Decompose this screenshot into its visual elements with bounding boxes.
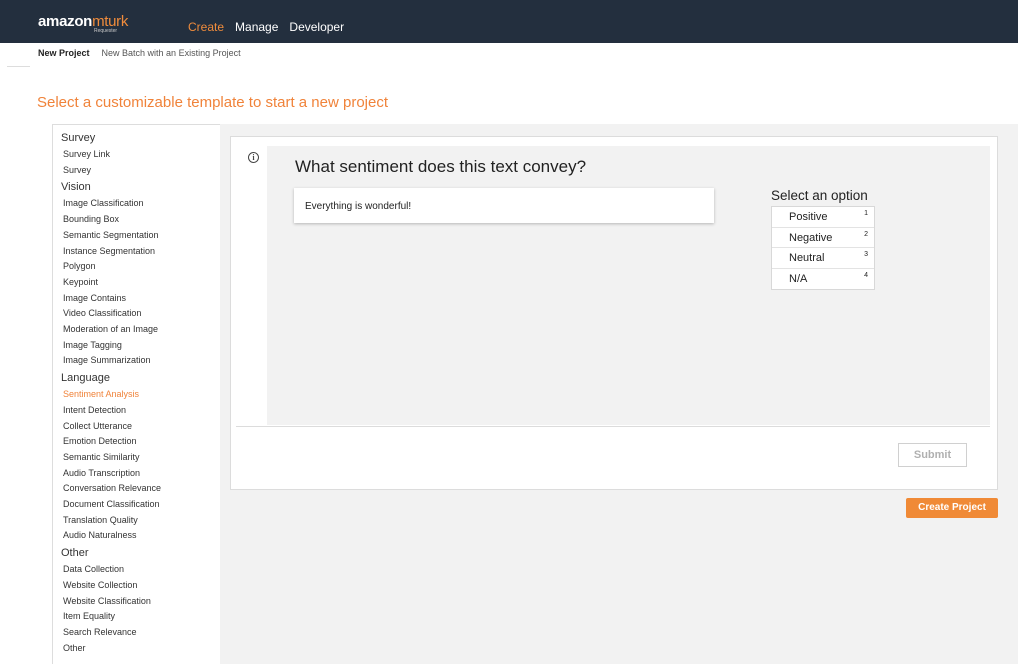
option-shortcut-key: 1: [864, 210, 868, 217]
template-item[interactable]: Image Tagging: [61, 338, 220, 354]
sub-nav: New Project New Batch with an Existing P…: [38, 48, 241, 58]
template-item[interactable]: Bounding Box: [61, 212, 220, 228]
option-neutral[interactable]: Neutral 3: [772, 248, 874, 269]
top-nav-bar: amazonmturk Requester Create Manage Deve…: [0, 0, 1018, 43]
top-nav-menu: Create Manage Developer: [188, 20, 344, 34]
option-positive[interactable]: Positive 1: [772, 207, 874, 228]
option-label: Positive: [789, 211, 828, 223]
template-item[interactable]: Search Relevance: [61, 625, 220, 641]
option-shortcut-key: 2: [864, 230, 868, 238]
template-group-vision: Vision: [61, 181, 91, 194]
template-list: Survey Survey Link Survey Vision Image C…: [52, 124, 220, 664]
template-item-selected[interactable]: Sentiment Analysis: [61, 387, 220, 403]
preview-divider: [236, 426, 990, 427]
task-question: What sentiment does this text convey?: [295, 157, 587, 176]
template-item[interactable]: Conversation Relevance: [61, 481, 220, 497]
template-group-language: Language: [61, 372, 110, 385]
info-icon[interactable]: i: [248, 152, 259, 163]
task-text-box: Everything is wonderful!: [294, 188, 714, 223]
template-item[interactable]: Semantic Segmentation: [61, 228, 220, 244]
option-label: Neutral: [789, 252, 825, 264]
subnav-new-project[interactable]: New Project: [38, 48, 90, 58]
template-item[interactable]: Website Collection: [61, 578, 220, 594]
option-label: Negative: [789, 231, 833, 244]
template-item[interactable]: Keypoint: [61, 275, 220, 291]
subnav-new-batch[interactable]: New Batch with an Existing Project: [102, 48, 241, 58]
subnav-divider: [7, 66, 30, 67]
options-title: Select an option: [771, 188, 868, 203]
template-item[interactable]: Emotion Detection: [61, 434, 220, 450]
template-item[interactable]: Survey: [61, 163, 220, 179]
template-item[interactable]: Image Summarization: [61, 353, 220, 369]
options-list: Positive 1 Negative 2 Neutral 3 N/A 4: [771, 206, 875, 290]
template-group-other: Other: [61, 547, 89, 560]
option-shortcut-key: 4: [864, 271, 868, 279]
template-item[interactable]: Intent Detection: [61, 403, 220, 419]
template-item[interactable]: Semantic Similarity: [61, 450, 220, 466]
option-shortcut-key: 3: [864, 251, 868, 258]
option-label: N/A: [789, 272, 808, 285]
template-item[interactable]: Item Equality: [61, 609, 220, 625]
template-item[interactable]: Image Contains: [61, 291, 220, 307]
template-item[interactable]: Document Classification: [61, 497, 220, 513]
template-item[interactable]: Audio Transcription: [61, 466, 220, 482]
template-item[interactable]: Survey Link: [61, 147, 220, 163]
nav-manage[interactable]: Manage: [235, 20, 278, 34]
template-item[interactable]: Translation Quality: [61, 513, 220, 529]
template-item[interactable]: Website Classification: [61, 594, 220, 610]
nav-developer[interactable]: Developer: [289, 20, 344, 34]
template-item[interactable]: Polygon: [61, 259, 220, 275]
template-item[interactable]: Collect Utterance: [61, 419, 220, 435]
nav-create[interactable]: Create: [188, 20, 224, 34]
template-item[interactable]: Moderation of an Image: [61, 322, 220, 338]
template-item[interactable]: Video Classification: [61, 306, 220, 322]
template-item[interactable]: Instance Segmentation: [61, 244, 220, 260]
page-heading: Select a customizable template to start …: [37, 94, 389, 111]
submit-button[interactable]: Submit: [898, 443, 967, 467]
mturk-logo[interactable]: amazonmturk Requester: [38, 13, 138, 37]
logo-amazon-text: amazon: [38, 13, 93, 30]
logo-requester-text: Requester: [94, 28, 118, 34]
template-item[interactable]: Other: [61, 641, 220, 657]
create-project-button[interactable]: Create Project: [906, 498, 998, 518]
option-negative[interactable]: Negative 2: [772, 228, 874, 248]
option-na[interactable]: N/A 4: [772, 269, 874, 290]
template-item[interactable]: Audio Naturalness: [61, 528, 220, 544]
template-item[interactable]: Image Classification: [61, 196, 220, 212]
template-item[interactable]: Data Collection: [61, 562, 220, 578]
template-group-survey: Survey: [61, 132, 96, 144]
